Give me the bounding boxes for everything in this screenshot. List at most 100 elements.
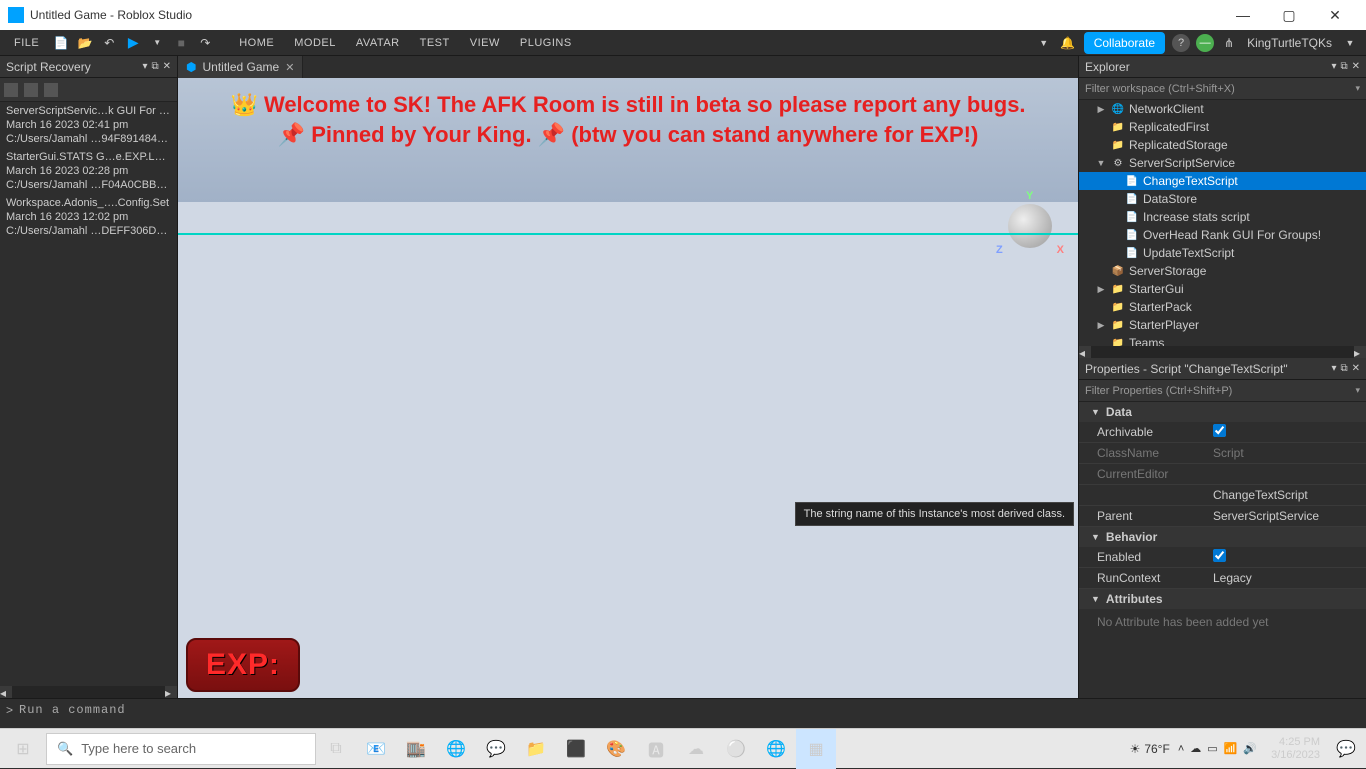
open-file-icon[interactable]: 📂: [75, 33, 95, 53]
popout-icon[interactable]: ⧉: [151, 61, 158, 72]
chevron-down-icon[interactable]: ▾: [1331, 61, 1336, 72]
maximize-button[interactable]: ▢: [1266, 0, 1312, 30]
popout-icon[interactable]: ⧉: [1340, 61, 1347, 72]
help-icon[interactable]: ?: [1172, 34, 1190, 52]
chevron-down-icon[interactable]: ▾: [1355, 385, 1360, 396]
minimize-button[interactable]: —: [1220, 0, 1266, 30]
redo-dropdown-icon[interactable]: ↷: [195, 33, 215, 53]
tree-item[interactable]: 📄ChangeTextScript: [1079, 172, 1366, 190]
expand-arrow-icon[interactable]: ▶: [1095, 284, 1107, 295]
section-attributes[interactable]: ▼Attributes: [1079, 589, 1366, 609]
taskbar-app-icon[interactable]: 💬: [476, 729, 516, 769]
tree-item[interactable]: 📄DataStore: [1079, 190, 1366, 208]
properties-filter[interactable]: Filter Properties (Ctrl+Shift+P) ▾: [1079, 380, 1366, 402]
menu-test[interactable]: TEST: [410, 37, 460, 49]
taskbar-app-icon[interactable]: ▦: [796, 729, 836, 769]
start-button[interactable]: ⊞: [0, 729, 46, 769]
command-input[interactable]: Run a command: [19, 703, 126, 717]
chevron-down-icon[interactable]: ▾: [142, 61, 147, 72]
viewport-3d[interactable]: 👑 Welcome to SK! The AFK Room is still i…: [178, 78, 1078, 698]
tree-item[interactable]: ▶📁StarterGui: [1079, 280, 1366, 298]
tool-icon[interactable]: [44, 83, 58, 97]
taskbar-app-icon[interactable]: ⬛: [556, 729, 596, 769]
play-icon[interactable]: ▶: [123, 33, 143, 53]
menu-model[interactable]: MODEL: [284, 37, 346, 49]
close-icon[interactable]: ✕: [1352, 363, 1360, 374]
volume-icon[interactable]: 🔊: [1243, 742, 1257, 755]
taskbar-app-icon[interactable]: 🎨: [596, 729, 636, 769]
list-item[interactable]: Workspace.Adonis_….Config.Set March 16 2…: [0, 194, 177, 240]
system-tray[interactable]: ˄ ☁ ▭ 📶 🔊: [1170, 742, 1265, 755]
expand-arrow-icon[interactable]: ▶: [1095, 104, 1107, 115]
scrollbar-horizontal[interactable]: ◂▸: [0, 686, 177, 698]
taskbar-search[interactable]: 🔍 Type here to search: [46, 733, 316, 765]
chevron-down-icon[interactable]: ▼: [1034, 33, 1054, 53]
menu-plugins[interactable]: PLUGINS: [510, 37, 582, 49]
status-chip-icon[interactable]: —: [1196, 34, 1214, 52]
tree-item[interactable]: 📄OverHead Rank GUI For Groups!: [1079, 226, 1366, 244]
wifi-icon[interactable]: 📶: [1224, 742, 1238, 755]
username-label[interactable]: KingTurtleTQKs: [1247, 36, 1332, 50]
taskbar-clock[interactable]: 4:25 PM 3/16/2023: [1265, 736, 1326, 762]
menu-file[interactable]: FILE: [4, 37, 49, 49]
close-icon[interactable]: ✕: [163, 61, 171, 72]
close-button[interactable]: ✕: [1312, 0, 1358, 30]
archivable-checkbox[interactable]: [1213, 424, 1226, 437]
prop-name[interactable]: ChangeTextScript: [1079, 485, 1366, 506]
close-icon[interactable]: ✕: [1352, 61, 1360, 72]
tree-item[interactable]: 📦ServerStorage: [1079, 262, 1366, 280]
share-icon[interactable]: ⋔: [1219, 33, 1239, 53]
user-dropdown-icon[interactable]: ▼: [1340, 33, 1360, 53]
tree-item[interactable]: ▼⚙ServerScriptService: [1079, 154, 1366, 172]
close-icon[interactable]: ✕: [285, 61, 294, 74]
play-dropdown-icon[interactable]: ▼: [147, 33, 167, 53]
tree-item[interactable]: ▶🌐NetworkClient: [1079, 100, 1366, 118]
prop-runcontext[interactable]: RunContext Legacy: [1079, 568, 1366, 589]
notifications-icon[interactable]: 💬: [1326, 729, 1366, 769]
enabled-checkbox[interactable]: [1213, 549, 1226, 562]
chevron-down-icon[interactable]: ▾: [1331, 363, 1336, 374]
task-view-icon[interactable]: ⧉: [316, 729, 356, 769]
taskbar-app-icon[interactable]: 📧: [356, 729, 396, 769]
section-behavior[interactable]: ▼Behavior: [1079, 527, 1366, 547]
tool-icon[interactable]: [4, 83, 18, 97]
tree-item[interactable]: 📁StarterPack: [1079, 298, 1366, 316]
battery-icon[interactable]: ▭: [1207, 742, 1217, 755]
taskbar-app-icon[interactable]: 🌐: [756, 729, 796, 769]
taskbar-app-icon[interactable]: 📁: [516, 729, 556, 769]
taskbar-app-icon[interactable]: ⚪: [716, 729, 756, 769]
tab-untitled-game[interactable]: ⬢ Untitled Game ✕: [178, 56, 303, 78]
prop-parent[interactable]: Parent ServerScriptService: [1079, 506, 1366, 527]
list-item[interactable]: ServerScriptServic…k GUI For Gro March 1…: [0, 102, 177, 148]
new-file-icon[interactable]: 📄: [51, 33, 71, 53]
expand-arrow-icon[interactable]: ▶: [1095, 320, 1107, 331]
tree-item[interactable]: 📄Increase stats script: [1079, 208, 1366, 226]
taskbar-app-icon[interactable]: 🌐: [436, 729, 476, 769]
explorer-filter[interactable]: Filter workspace (Ctrl+Shift+X) ▾: [1079, 78, 1366, 100]
popout-icon[interactable]: ⧉: [1340, 363, 1347, 374]
expand-arrow-icon[interactable]: ▼: [1095, 158, 1107, 168]
tree-item[interactable]: ▶📁StarterPlayer: [1079, 316, 1366, 334]
command-bar[interactable]: > Run a command: [0, 698, 1366, 720]
tree-item[interactable]: 📁ReplicatedFirst: [1079, 118, 1366, 136]
menu-view[interactable]: VIEW: [460, 37, 510, 49]
scrollbar-horizontal[interactable]: ◂▸: [1079, 346, 1366, 358]
chevron-up-icon[interactable]: ˄: [1178, 743, 1184, 755]
tree-item[interactable]: 📄UpdateTextScript: [1079, 244, 1366, 262]
tree-item[interactable]: 📁Teams: [1079, 334, 1366, 346]
view-gizmo[interactable]: Y X Z: [1000, 192, 1060, 262]
menu-avatar[interactable]: AVATAR: [346, 37, 410, 49]
taskbar-app-icon[interactable]: ☁: [676, 729, 716, 769]
taskbar-app-icon[interactable]: 🅰: [636, 729, 676, 769]
section-data[interactable]: ▼Data: [1079, 402, 1366, 422]
tool-icon[interactable]: [24, 83, 38, 97]
menu-home[interactable]: HOME: [229, 37, 284, 49]
prop-archivable[interactable]: Archivable: [1079, 422, 1366, 443]
list-item[interactable]: StarterGui.STATS G…e.EXP.LocalS March 16…: [0, 148, 177, 194]
onedrive-icon[interactable]: ☁: [1190, 742, 1201, 755]
weather-widget[interactable]: ☀ 76°F: [1130, 742, 1170, 756]
undo-icon[interactable]: ↶: [99, 33, 119, 53]
notifications-icon[interactable]: 🔔: [1058, 33, 1078, 53]
collaborate-button[interactable]: Collaborate: [1084, 32, 1165, 54]
prop-enabled[interactable]: Enabled: [1079, 547, 1366, 568]
